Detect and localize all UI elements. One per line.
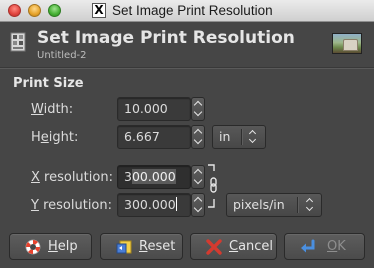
size-unit-value: in xyxy=(219,129,231,144)
y-resolution-spinner[interactable] xyxy=(191,193,205,217)
close-window-button[interactable] xyxy=(8,4,21,17)
zoom-window-button[interactable] xyxy=(48,4,61,17)
x11-icon: X xyxy=(92,3,106,18)
spin-down-icon xyxy=(193,107,203,117)
size-unit-select[interactable]: in xyxy=(212,125,266,149)
chain-link-icon[interactable] xyxy=(206,163,220,213)
chevron-updown-icon xyxy=(304,196,316,214)
lifebuoy-icon xyxy=(25,239,41,255)
height-spinner[interactable] xyxy=(191,125,205,149)
spin-down-icon xyxy=(193,175,203,185)
image-name: Untitled-2 xyxy=(37,50,87,61)
resolution-unit-value: pixels/in xyxy=(233,197,285,212)
x-resolution-input[interactable]: 300.000 xyxy=(117,165,191,189)
width-spinner[interactable] xyxy=(191,97,205,121)
dialog-title: Set Image Print Resolution xyxy=(37,28,295,48)
cancel-x-icon xyxy=(206,239,222,255)
image-print-icon xyxy=(10,32,26,52)
x-resolution-label: X resolution: xyxy=(31,170,113,185)
reset-icon xyxy=(116,240,132,254)
chevron-updown-icon xyxy=(247,128,259,146)
window-titlebar[interactable]: X Set Image Print Resolution xyxy=(0,0,374,22)
help-button[interactable]: Help xyxy=(9,233,92,260)
reset-button[interactable]: Reset xyxy=(100,233,183,260)
x-resolution-spinner[interactable] xyxy=(191,165,205,189)
height-input[interactable]: 6.667 xyxy=(117,125,191,149)
y-resolution-input[interactable]: 300.000 xyxy=(117,193,191,217)
y-resolution-label: Y resolution: xyxy=(31,198,113,213)
cancel-button[interactable]: Cancel xyxy=(190,233,277,260)
spin-down-icon xyxy=(193,135,203,145)
ok-button[interactable]: OK xyxy=(284,233,365,260)
spin-down-icon xyxy=(193,203,203,213)
height-label: Height: xyxy=(31,130,79,145)
width-label: Width: xyxy=(31,102,74,117)
window-title: Set Image Print Resolution xyxy=(112,3,273,18)
width-input[interactable]: 10.000 xyxy=(117,97,191,121)
resolution-unit-select[interactable]: pixels/in xyxy=(226,193,322,217)
text-caret xyxy=(175,197,177,211)
image-thumbnail xyxy=(332,33,362,54)
enter-arrow-icon xyxy=(301,239,315,253)
header-separator xyxy=(0,67,374,69)
minimize-window-button[interactable] xyxy=(28,4,41,17)
print-size-heading: Print Size xyxy=(13,76,84,91)
